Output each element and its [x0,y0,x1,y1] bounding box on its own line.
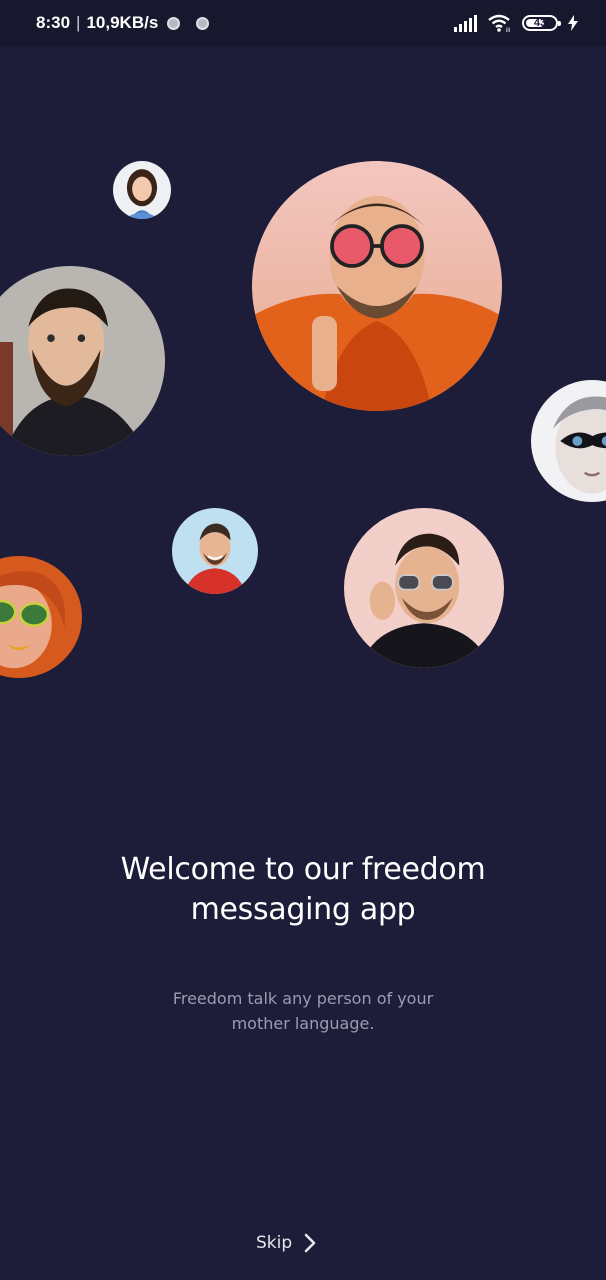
battery-level: 43 [533,17,547,29]
avatar-woman-green-glasses [0,556,82,678]
avatar-man-pink-sunglasses-orange-hoodie [252,161,502,411]
signal-bars-icon [454,15,477,32]
status-bar: 8:30 | 10,9KB/s ill 43 [0,0,606,46]
wifi-icon: ill [488,14,510,32]
onboarding-title: Welcome to our freedom messaging app [120,852,486,927]
onboarding-subtitle: Freedom talk any person of your mother l… [172,989,434,1033]
avatar-face-paint-woman [531,380,606,502]
status-network-speed: 10,9KB/s [86,13,159,32]
charging-bolt-icon [568,15,578,31]
avatar-woman-smiling [113,161,171,219]
svg-text:ill: ill [506,28,510,32]
status-left: 8:30 | 10,9KB/s [36,13,210,33]
chevron-right-icon [304,1233,316,1253]
status-time: 8:30 [36,13,71,32]
avatar-bearded-man [0,266,165,456]
skip-label: Skip [256,1233,293,1253]
status-separator: | [76,13,81,32]
avatar-smiling-man-red-shirt [172,508,258,594]
battery-icon: 43 [522,15,561,31]
skip-button[interactable]: Skip [256,1226,316,1260]
onboarding-screen: 8:30 | 10,9KB/s ill 43 Welcome to our fr… [0,0,606,1280]
status-right: ill 43 [454,14,578,32]
avatar-man-sunglasses-pink-bg [344,508,504,668]
notification-dot-icon [196,16,210,30]
notification-dot-icon [167,16,181,30]
